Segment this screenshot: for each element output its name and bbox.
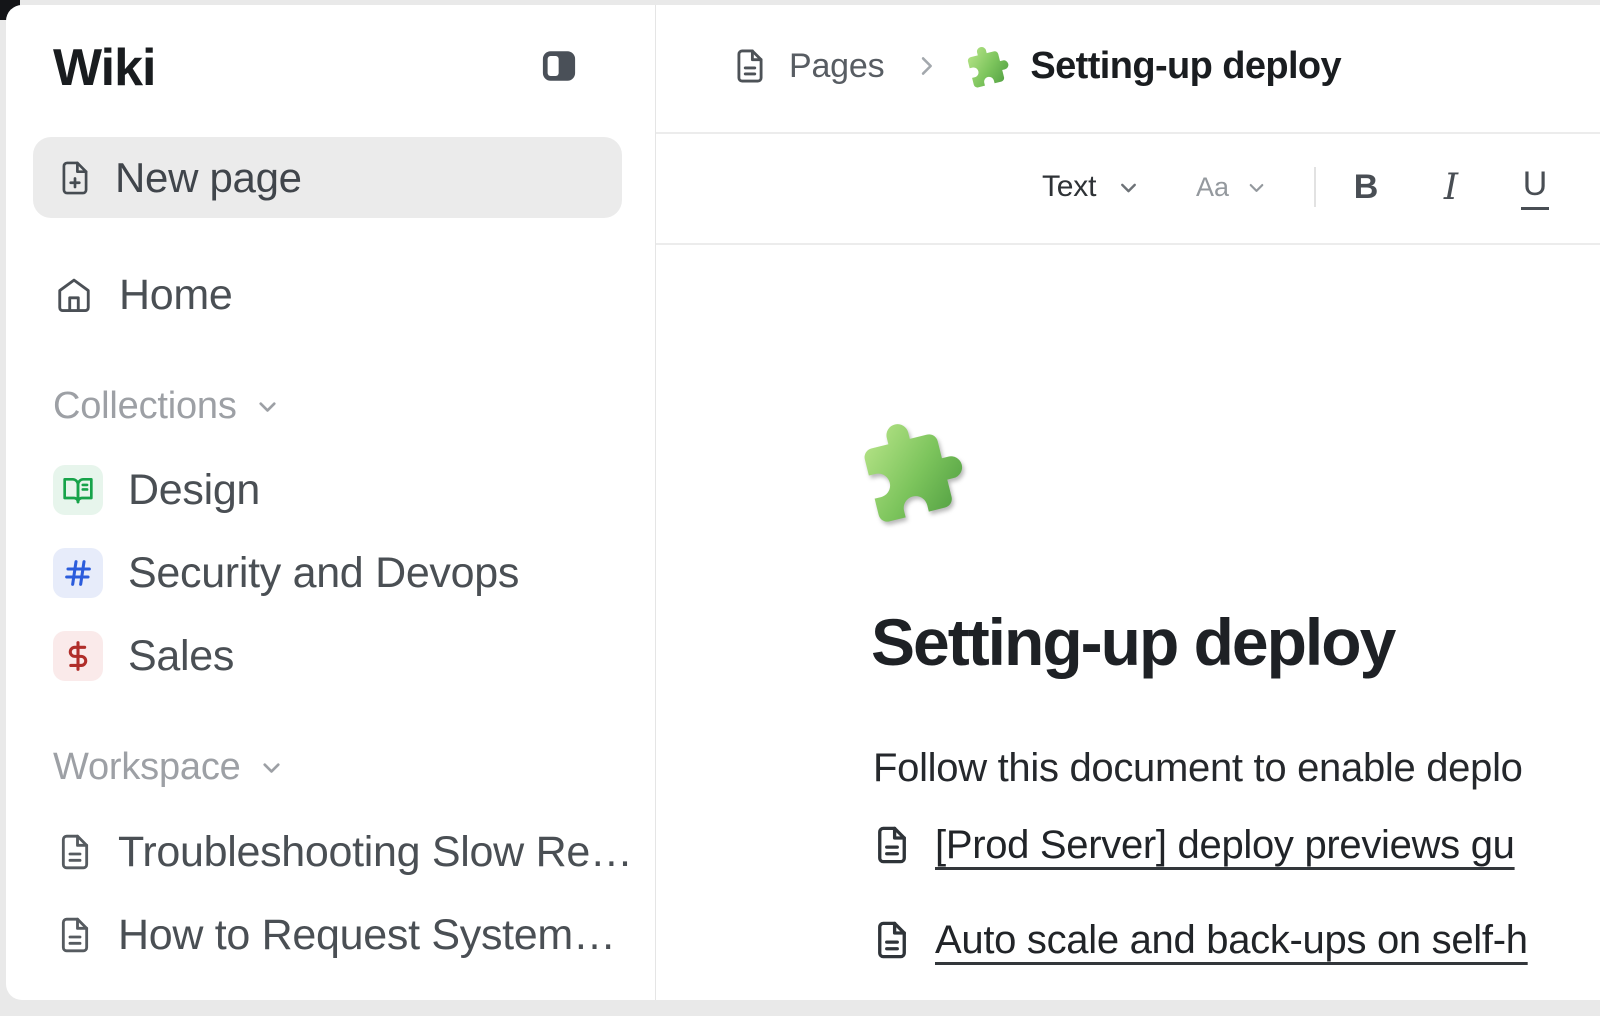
document-link[interactable]: Auto scale and back-ups on self-h bbox=[935, 918, 1528, 963]
toolbar-separator bbox=[1314, 167, 1316, 207]
italic-icon: I bbox=[1444, 167, 1458, 208]
font-size-dropdown[interactable]: Aa bbox=[1196, 163, 1268, 211]
hash-icon bbox=[53, 548, 103, 598]
sidebar-item-sales[interactable]: Sales bbox=[53, 631, 234, 681]
sidebar-item-label: Design bbox=[128, 466, 260, 515]
book-open-icon bbox=[53, 465, 103, 515]
breadcrumb-current-page: Setting-up deploy bbox=[1030, 45, 1341, 88]
block-type-dropdown[interactable]: Text bbox=[1042, 163, 1141, 211]
workspace-title: Wiki bbox=[53, 38, 155, 92]
sidebar-item-label: Home bbox=[119, 271, 233, 320]
new-page-icon bbox=[56, 159, 94, 197]
bold-button[interactable]: B bbox=[1338, 163, 1394, 211]
chevron-right-icon bbox=[912, 52, 940, 80]
chevron-down-icon bbox=[1245, 176, 1268, 199]
puzzle-emoji-icon bbox=[966, 44, 1010, 88]
document-intro-text: Follow this document to enable deplo bbox=[873, 744, 1523, 792]
document-title: Setting-up deploy bbox=[871, 604, 1394, 680]
sidebar-item-label: Security and Devops bbox=[128, 549, 519, 598]
sidebar-item-security-and-devops[interactable]: Security and Devops bbox=[53, 548, 519, 598]
document-link[interactable]: [Prod Server] deploy previews gu bbox=[935, 823, 1515, 868]
toolbar-divider bbox=[656, 243, 1600, 245]
sidebar-toggle-icon bbox=[538, 45, 580, 87]
sidebar-divider bbox=[655, 5, 656, 1000]
sidebar-item-label: Sales bbox=[128, 632, 234, 681]
chevron-down-icon bbox=[254, 393, 281, 420]
breadcrumb-pages-link[interactable]: Pages bbox=[789, 47, 884, 86]
home-icon bbox=[55, 276, 93, 314]
bold-icon: B bbox=[1354, 168, 1379, 207]
underline-button[interactable]: U bbox=[1507, 163, 1563, 211]
document-emoji-puzzle bbox=[860, 417, 966, 523]
collections-label: Collections bbox=[53, 385, 237, 428]
document-link-row: [Prod Server] deploy previews gu bbox=[871, 818, 1515, 872]
chevron-down-icon bbox=[1116, 175, 1141, 200]
document-icon bbox=[731, 47, 769, 85]
document-icon bbox=[55, 915, 95, 955]
sidebar-item-how-to-request[interactable]: How to Request System… bbox=[55, 910, 616, 960]
sidebar-item-label: How to Request System… bbox=[118, 911, 616, 960]
sidebar-item-label: Troubleshooting Slow Re… bbox=[118, 828, 633, 877]
workspace-section-header[interactable]: Workspace bbox=[53, 745, 285, 789]
sidebar-item-design[interactable]: Design bbox=[53, 465, 260, 515]
underline-icon: U bbox=[1521, 165, 1550, 210]
collections-section-header[interactable]: Collections bbox=[53, 384, 281, 428]
document-link-row: Auto scale and back-ups on self-h bbox=[871, 913, 1528, 967]
chevron-down-icon bbox=[258, 754, 285, 781]
sidebar-item-home[interactable]: Home bbox=[55, 270, 233, 320]
header-divider bbox=[656, 132, 1600, 134]
italic-button[interactable]: I bbox=[1423, 163, 1479, 211]
workspace-label: Workspace bbox=[53, 746, 241, 789]
document-icon bbox=[871, 919, 913, 961]
breadcrumb: Pages Setting-up deploy bbox=[731, 40, 1341, 92]
toggle-sidebar-button[interactable] bbox=[538, 45, 580, 87]
new-page-button[interactable]: New page bbox=[33, 137, 622, 218]
document-icon bbox=[871, 824, 913, 866]
new-page-label: New page bbox=[115, 154, 302, 202]
font-size-label: Aa bbox=[1196, 172, 1229, 203]
block-type-label: Text bbox=[1042, 170, 1096, 204]
sidebar-item-troubleshooting[interactable]: Troubleshooting Slow Re… bbox=[55, 827, 633, 877]
dollar-icon bbox=[53, 631, 103, 681]
document-icon bbox=[55, 832, 95, 872]
